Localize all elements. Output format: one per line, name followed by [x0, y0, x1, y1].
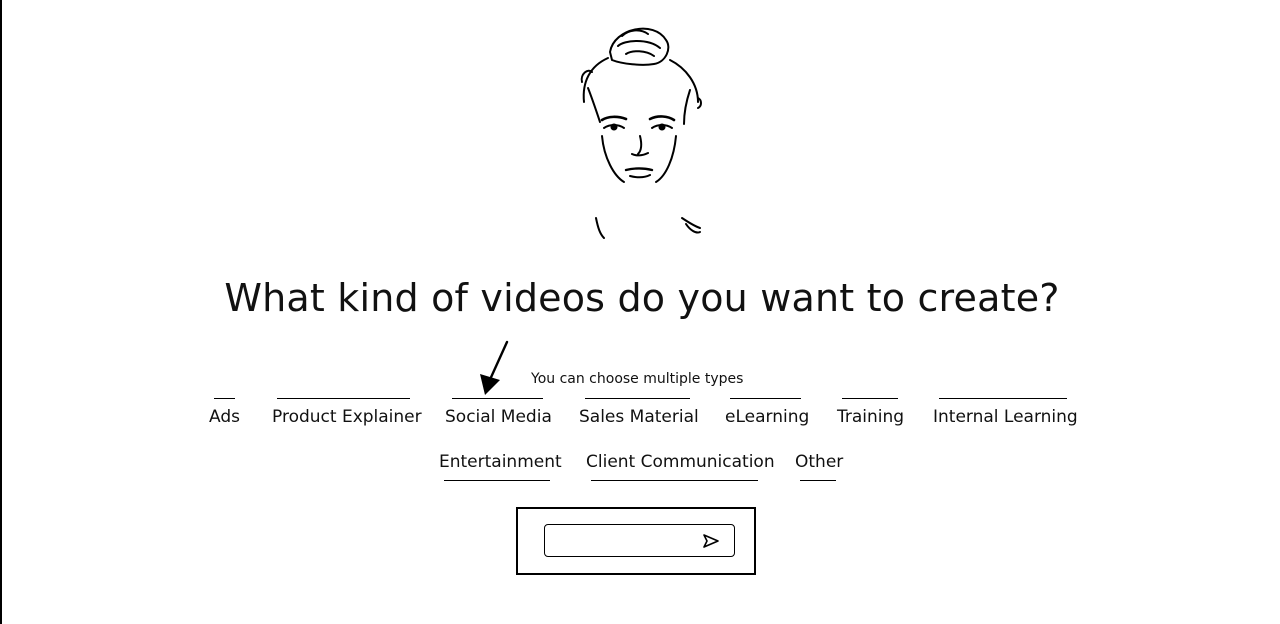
send-arrow-icon — [703, 534, 719, 548]
option-underline — [214, 398, 235, 399]
video-type-training[interactable]: Training — [837, 407, 904, 427]
video-type-ads[interactable]: Ads — [209, 407, 240, 427]
video-type-entertainment[interactable]: Entertainment — [439, 452, 562, 472]
video-type-client-communication[interactable]: Client Communication — [586, 452, 775, 472]
option-underline — [730, 398, 801, 399]
video-type-product-explainer[interactable]: Product Explainer — [272, 407, 422, 427]
option-underline — [452, 398, 543, 399]
avatar — [580, 27, 702, 239]
pointer-arrow-icon — [480, 340, 509, 395]
video-type-sales-material[interactable]: Sales Material — [579, 407, 699, 427]
option-underline — [277, 398, 410, 399]
page-title: What kind of videos do you want to creat… — [224, 276, 1060, 320]
video-type-other[interactable]: Other — [795, 452, 843, 472]
video-type-social-media[interactable]: Social Media — [445, 407, 552, 427]
option-underline — [842, 398, 898, 399]
option-underline — [444, 480, 550, 481]
option-underline — [585, 398, 690, 399]
video-type-elearning[interactable]: eLearning — [725, 407, 809, 427]
onboarding-screen: What kind of videos do you want to creat… — [0, 0, 1280, 624]
continue-button-inner[interactable] — [544, 524, 735, 557]
video-type-internal-learning[interactable]: Internal Learning — [933, 407, 1078, 427]
continue-button[interactable] — [516, 507, 756, 575]
option-underline — [939, 398, 1067, 399]
option-underline — [800, 480, 836, 481]
hint-text: You can choose multiple types — [531, 371, 744, 387]
option-underline — [591, 480, 758, 481]
